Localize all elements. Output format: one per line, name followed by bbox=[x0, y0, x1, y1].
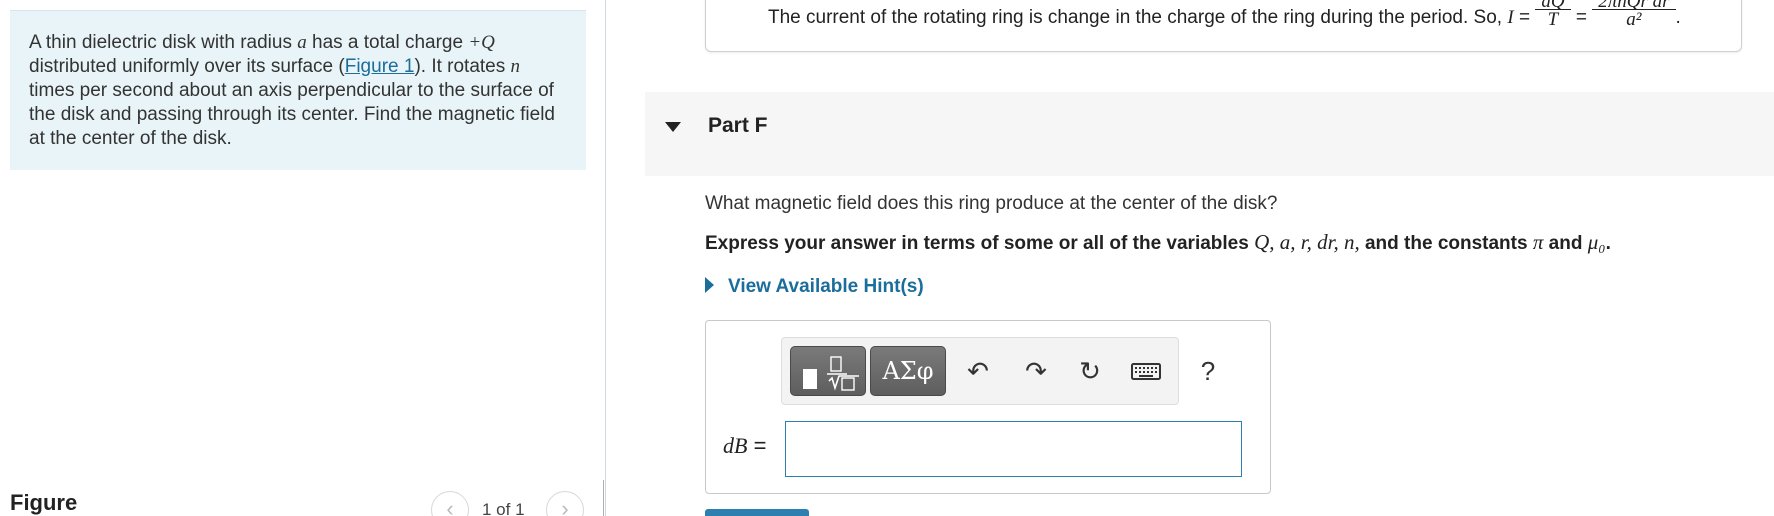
instruction-end: . bbox=[1605, 233, 1611, 254]
instruction-and: and bbox=[1543, 233, 1588, 254]
instruction-variables: Q, a, r, dr, n, bbox=[1254, 230, 1360, 254]
panel-resize-handle[interactable] bbox=[603, 480, 604, 516]
keyboard-icon-glyph bbox=[1131, 363, 1161, 380]
figure-prev-button[interactable]: ‹ bbox=[431, 491, 469, 516]
problem-text-3: distributed uniformly over its surface ( bbox=[29, 56, 345, 77]
answer-label: dB = bbox=[723, 433, 766, 459]
eq-period: . bbox=[1675, 7, 1681, 29]
var-n: n bbox=[510, 56, 521, 77]
eq-sign-2: = bbox=[1570, 7, 1593, 29]
previous-part-text: The current of the rotating ring is chan… bbox=[768, 7, 1508, 29]
constant-mu0: μ₀ bbox=[1587, 230, 1606, 254]
answer-input[interactable] bbox=[785, 421, 1242, 477]
fraction-sqrt-template-icon bbox=[803, 356, 859, 391]
view-hints-link[interactable]: View Available Hint(s) bbox=[705, 276, 924, 298]
problem-panel: A thin dielectric disk with radius a has… bbox=[0, 0, 605, 516]
problem-text-5: times per second about an axis perpendic… bbox=[29, 80, 555, 149]
previous-part-answer-card: The current of the rotating ring is chan… bbox=[705, 0, 1742, 52]
figure-label: Figure bbox=[10, 490, 78, 515]
answer-equals: = bbox=[747, 433, 767, 458]
greek-symbols-button[interactable]: ΑΣφ bbox=[870, 346, 946, 396]
answer-instruction: Express your answer in terms of some or … bbox=[705, 230, 1611, 255]
redo-icon[interactable]: ↷ bbox=[1020, 355, 1052, 387]
collapse-caret-icon[interactable] bbox=[665, 122, 681, 132]
help-button[interactable]: ? bbox=[1192, 355, 1224, 387]
panel-divider bbox=[605, 0, 606, 516]
figure-link[interactable]: Figure 1 bbox=[345, 56, 415, 77]
problem-text-1: A thin dielectric disk with radius bbox=[29, 32, 298, 53]
constant-pi: π bbox=[1532, 230, 1544, 254]
keyboard-icon[interactable] bbox=[1130, 355, 1162, 387]
reset-icon[interactable]: ↻ bbox=[1074, 355, 1106, 387]
answer-variable: dB bbox=[723, 433, 748, 458]
fraction-1: dQT bbox=[1535, 0, 1571, 30]
figure-next-button[interactable]: › bbox=[546, 491, 584, 516]
undo-icon[interactable]: ↶ bbox=[962, 355, 994, 387]
templates-button[interactable] bbox=[790, 346, 866, 396]
fraction-2-denominator: a² bbox=[1626, 9, 1642, 30]
question-text: What magnetic field does this ring produ… bbox=[705, 193, 1278, 214]
problem-text-2: has a total charge bbox=[306, 32, 469, 53]
instruction-mid: and the constants bbox=[1359, 233, 1533, 254]
figure-pager-text: 1 of 1 bbox=[482, 500, 525, 516]
problem-text-4: ). It rotates bbox=[414, 56, 511, 77]
fraction-2: 2πnQr dra² bbox=[1592, 0, 1676, 30]
previous-part-feedback: The current of the rotating ring is chan… bbox=[768, 0, 1681, 36]
math-toolbar: ΑΣφ ↶ ↷ ↻ ? bbox=[781, 337, 1215, 405]
hint-label: View Available Hint(s) bbox=[728, 276, 924, 297]
instruction-prefix: Express your answer in terms of some or … bbox=[705, 233, 1255, 254]
submit-button[interactable] bbox=[705, 509, 809, 516]
part-f-header[interactable]: Part F bbox=[645, 92, 1774, 176]
problem-statement: A thin dielectric disk with radius a has… bbox=[10, 10, 586, 170]
var-a: a bbox=[297, 32, 307, 53]
part-title: Part F bbox=[708, 114, 768, 137]
var-q: +Q bbox=[468, 32, 495, 53]
answer-entry-box: ΑΣφ ↶ ↷ ↻ ? dB = bbox=[705, 320, 1271, 494]
eq-sign-1: = bbox=[1513, 7, 1536, 29]
fraction-1-denominator: T bbox=[1547, 9, 1559, 30]
expand-caret-icon bbox=[705, 277, 714, 293]
